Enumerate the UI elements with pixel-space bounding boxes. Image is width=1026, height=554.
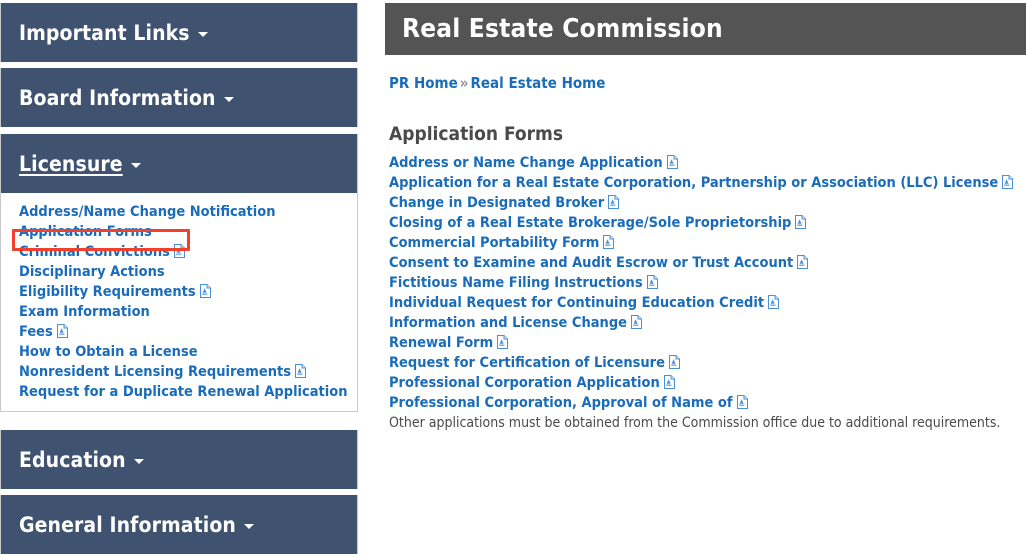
application-form-link[interactable]: Consent to Examine and Audit Escrow or T… xyxy=(389,253,1026,273)
breadcrumb-link-real-estate-home[interactable]: Real Estate Home xyxy=(470,74,605,92)
sidebar-submenu-item-label: Address/Name Change Notification xyxy=(19,204,276,220)
application-form-link-label: Individual Request for Continuing Educat… xyxy=(389,295,765,311)
sidebar-section-board-information[interactable]: Board Information xyxy=(0,68,358,127)
section-heading-application-forms: Application Forms xyxy=(389,123,564,145)
pdf-file-icon xyxy=(795,215,807,229)
sidebar-submenu-item[interactable]: Disciplinary Actions xyxy=(1,262,357,282)
application-form-link[interactable]: Address or Name Change Application xyxy=(389,153,1026,173)
sidebar-submenu-item-label: Request for a Duplicate Renewal Applicat… xyxy=(19,384,348,400)
application-form-link[interactable]: Closing of a Real Estate Brokerage/Sole … xyxy=(389,213,1026,233)
sidebar-section-general-information[interactable]: General Information xyxy=(0,495,358,554)
application-forms-list: Address or Name Change Application Applic… xyxy=(389,153,1026,433)
application-form-link-label: Consent to Examine and Audit Escrow or T… xyxy=(389,255,794,271)
sidebar-section-important-links[interactable]: Important Links xyxy=(0,3,358,62)
pdf-file-icon xyxy=(666,155,678,169)
application-form-link[interactable]: Professional Corporation, Approval of Na… xyxy=(389,393,1026,413)
pdf-file-icon xyxy=(199,284,211,298)
application-form-link-label: Application for a Real Estate Corporatio… xyxy=(389,175,999,191)
sidebar-section-header[interactable]: Education xyxy=(0,430,358,489)
pdf-file-icon xyxy=(768,295,780,309)
breadcrumb-separator: » xyxy=(459,74,469,92)
sidebar-section-licensure[interactable]: Licensure xyxy=(0,134,358,193)
application-form-link[interactable]: Commercial Portability Form xyxy=(389,233,1026,253)
application-forms-footer-note: Other applications must be obtained from… xyxy=(389,415,1001,431)
sidebar-submenu-item[interactable]: Eligibility Requirements xyxy=(1,282,357,302)
main-content: Real Estate Commission PR Home» Real Esta… xyxy=(385,0,1026,554)
sidebar-submenu-item[interactable]: How to Obtain a License xyxy=(1,342,357,362)
sidebar-submenu-item-label: Application Forms xyxy=(19,224,152,240)
chevron-down-icon xyxy=(130,163,141,168)
application-form-link[interactable]: Request for Certification of Licensure xyxy=(389,353,1026,373)
application-form-link-label: Change in Designated Broker xyxy=(389,195,605,211)
application-form-link-label: Closing of a Real Estate Brokerage/Sole … xyxy=(389,215,792,231)
pdf-file-icon xyxy=(668,355,680,369)
chevron-down-icon xyxy=(243,524,254,529)
sidebar-submenu-item-label: Nonresident Licensing Requirements xyxy=(19,364,292,380)
sidebar-submenu-licensure: Address/Name Change Notification Applicat… xyxy=(0,193,358,412)
sidebar-submenu-item-label: Fees xyxy=(19,324,53,340)
breadcrumb: PR Home» Real Estate Home xyxy=(389,74,605,92)
sidebar-section-label: Education xyxy=(19,447,126,472)
application-form-link-label: Commercial Portability Form xyxy=(389,235,600,251)
sidebar-section-education[interactable]: Education xyxy=(0,430,358,489)
sidebar-section-label: General Information xyxy=(19,512,236,537)
pdf-file-icon xyxy=(736,395,748,409)
chevron-down-icon xyxy=(133,459,144,464)
sidebar-section-header[interactable]: Important Links xyxy=(0,3,358,62)
pdf-file-icon xyxy=(631,315,643,329)
sidebar-section-label: Board Information xyxy=(19,85,216,110)
sidebar-section-header[interactable]: Licensure xyxy=(0,134,358,193)
pdf-file-icon xyxy=(603,235,615,249)
pdf-file-icon xyxy=(497,335,509,349)
pdf-file-icon xyxy=(663,375,675,389)
application-form-link-label: Request for Certification of Licensure xyxy=(389,355,665,371)
sidebar-navigation: Important Links Board Information Licens… xyxy=(0,0,360,554)
pdf-file-icon xyxy=(56,324,68,338)
application-form-link[interactable]: Renewal Form xyxy=(389,333,1026,353)
sidebar-section-label: Important Links xyxy=(19,20,190,45)
sidebar-submenu-item-label: Exam Information xyxy=(19,304,150,320)
sidebar-section-header[interactable]: Board Information xyxy=(0,68,358,127)
sidebar-submenu-item-label: Criminal Convictions xyxy=(19,244,170,260)
pdf-file-icon xyxy=(646,275,658,289)
sidebar-submenu-item-label: Disciplinary Actions xyxy=(19,264,165,280)
page-root: Important Links Board Information Licens… xyxy=(0,0,1026,554)
application-form-link-label: Renewal Form xyxy=(389,335,494,351)
sidebar-submenu-item[interactable]: Exam Information xyxy=(1,302,357,322)
application-form-link-label: Professional Corporation, Approval of Na… xyxy=(389,395,733,411)
application-form-link-label: Professional Corporation Application xyxy=(389,375,660,391)
sidebar-submenu-item[interactable]: Criminal Convictions xyxy=(1,242,357,262)
sidebar-section-header[interactable]: General Information xyxy=(0,495,358,554)
application-form-link-label: Information and License Change xyxy=(389,315,628,331)
pdf-file-icon xyxy=(608,195,620,209)
application-form-link[interactable]: Professional Corporation Application xyxy=(389,373,1026,393)
page-banner: Real Estate Commission xyxy=(385,3,1026,55)
application-form-link[interactable]: Individual Request for Continuing Educat… xyxy=(389,293,1026,313)
application-form-link[interactable]: Information and License Change xyxy=(389,313,1026,333)
sidebar-submenu-item[interactable]: Address/Name Change Notification xyxy=(1,202,357,222)
pdf-file-icon xyxy=(295,364,307,378)
pdf-file-icon xyxy=(173,244,185,258)
chevron-down-icon xyxy=(223,97,234,102)
breadcrumb-link-pr-home[interactable]: PR Home xyxy=(389,74,458,92)
sidebar-submenu-item-label: How to Obtain a License xyxy=(19,344,198,360)
sidebar-submenu-item-label: Eligibility Requirements xyxy=(19,284,196,300)
sidebar-submenu-item[interactable]: Fees xyxy=(1,322,357,342)
page-title: Real Estate Commission xyxy=(402,14,723,44)
sidebar-submenu-item[interactable]: Request for a Duplicate Renewal Applicat… xyxy=(1,382,357,402)
application-form-link[interactable]: Application for a Real Estate Corporatio… xyxy=(389,173,1026,193)
application-form-link[interactable]: Fictitious Name Filing Instructions xyxy=(389,273,1026,293)
application-form-link-label: Fictitious Name Filing Instructions xyxy=(389,275,643,291)
sidebar-submenu-item[interactable]: Application Forms xyxy=(1,222,357,242)
pdf-file-icon xyxy=(1002,175,1014,189)
sidebar-section-label: Licensure xyxy=(19,151,123,176)
application-form-link-label: Address or Name Change Application xyxy=(389,155,663,171)
pdf-file-icon xyxy=(797,255,809,269)
sidebar-submenu-item[interactable]: Nonresident Licensing Requirements xyxy=(1,362,357,382)
application-form-link[interactable]: Change in Designated Broker xyxy=(389,193,1026,213)
chevron-down-icon xyxy=(197,32,208,37)
